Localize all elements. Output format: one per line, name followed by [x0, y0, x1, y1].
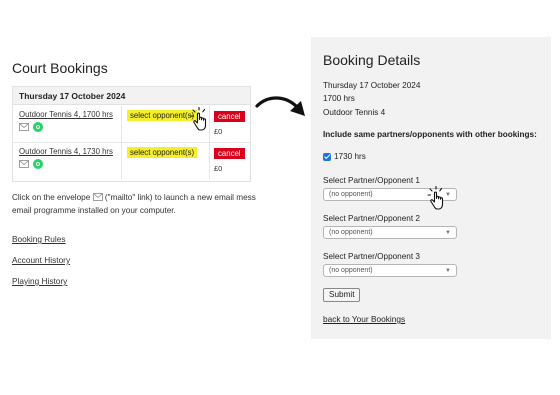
submit-button[interactable]: Submit	[323, 288, 361, 302]
back-to-bookings-link[interactable]: back to Your Bookings	[323, 314, 405, 324]
include-1730-checkbox-row[interactable]: 1730 hrs	[323, 152, 366, 161]
opponent-1-label: Select Partner/Opponent 1	[323, 176, 420, 185]
table-row: Outdoor Tennis 4, 1700 hrs select oppone…	[13, 106, 250, 143]
opponent-2-select[interactable]: (no opponent) ▼	[323, 226, 457, 239]
email-info-text: Click on the envelope ("mailto" link) to…	[12, 193, 256, 215]
opponent-3-select[interactable]: (no opponent) ▼	[323, 264, 457, 277]
envelope-icon	[92, 193, 103, 201]
chevron-down-icon: ▼	[445, 230, 451, 236]
select-opponents-button[interactable]: select opponent(s)	[127, 110, 198, 121]
cancel-button[interactable]: cancel	[214, 111, 245, 122]
booking-time: 1700 hrs	[323, 94, 355, 103]
checkbox-label: 1730 hrs	[334, 152, 366, 161]
fee: £0	[214, 164, 223, 173]
cancel-button[interactable]: cancel	[214, 148, 245, 159]
envelope-icon[interactable]	[19, 160, 29, 168]
court-link[interactable]: Outdoor Tennis 4, 1700 hrs	[19, 110, 113, 119]
chevron-down-icon: ▼	[445, 268, 451, 274]
bookings-table: Thursday 17 October 2024 Outdoor Tennis …	[12, 86, 251, 182]
whatsapp-icon[interactable]	[33, 159, 43, 169]
envelope-icon[interactable]	[19, 123, 29, 131]
opponent-2-label: Select Partner/Opponent 2	[323, 214, 420, 223]
booking-date: Thursday 17 October 2024	[323, 81, 421, 90]
page-title: Court Bookings	[12, 60, 108, 76]
date-header: Thursday 17 October 2024	[13, 87, 250, 105]
booking-court: Outdoor Tennis 4	[323, 108, 386, 117]
include-bookings-heading: Include same partners/opponents with oth…	[323, 130, 537, 139]
booking-details-title: Booking Details	[323, 52, 421, 68]
fee: £0	[214, 127, 223, 136]
table-row: Outdoor Tennis 4, 1730 hrs select oppone…	[13, 143, 250, 179]
account-history-link[interactable]: Account History	[12, 255, 70, 265]
whatsapp-icon[interactable]	[33, 122, 43, 132]
hand-pointer-icon	[427, 186, 444, 210]
select-opponents-button[interactable]: select opponent(s)	[127, 147, 198, 158]
hand-pointer-icon	[190, 107, 207, 131]
curved-arrow-icon	[255, 96, 305, 116]
playing-history-link[interactable]: Playing History	[12, 276, 67, 286]
include-1730-checkbox[interactable]	[323, 152, 331, 161]
opponent-3-label: Select Partner/Opponent 3	[323, 252, 420, 261]
court-link[interactable]: Outdoor Tennis 4, 1730 hrs	[19, 147, 113, 156]
booking-rules-link[interactable]: Booking Rules	[12, 234, 66, 244]
court-bookings-panel: Court Bookings Thursday 17 October 2024 …	[0, 0, 300, 395]
